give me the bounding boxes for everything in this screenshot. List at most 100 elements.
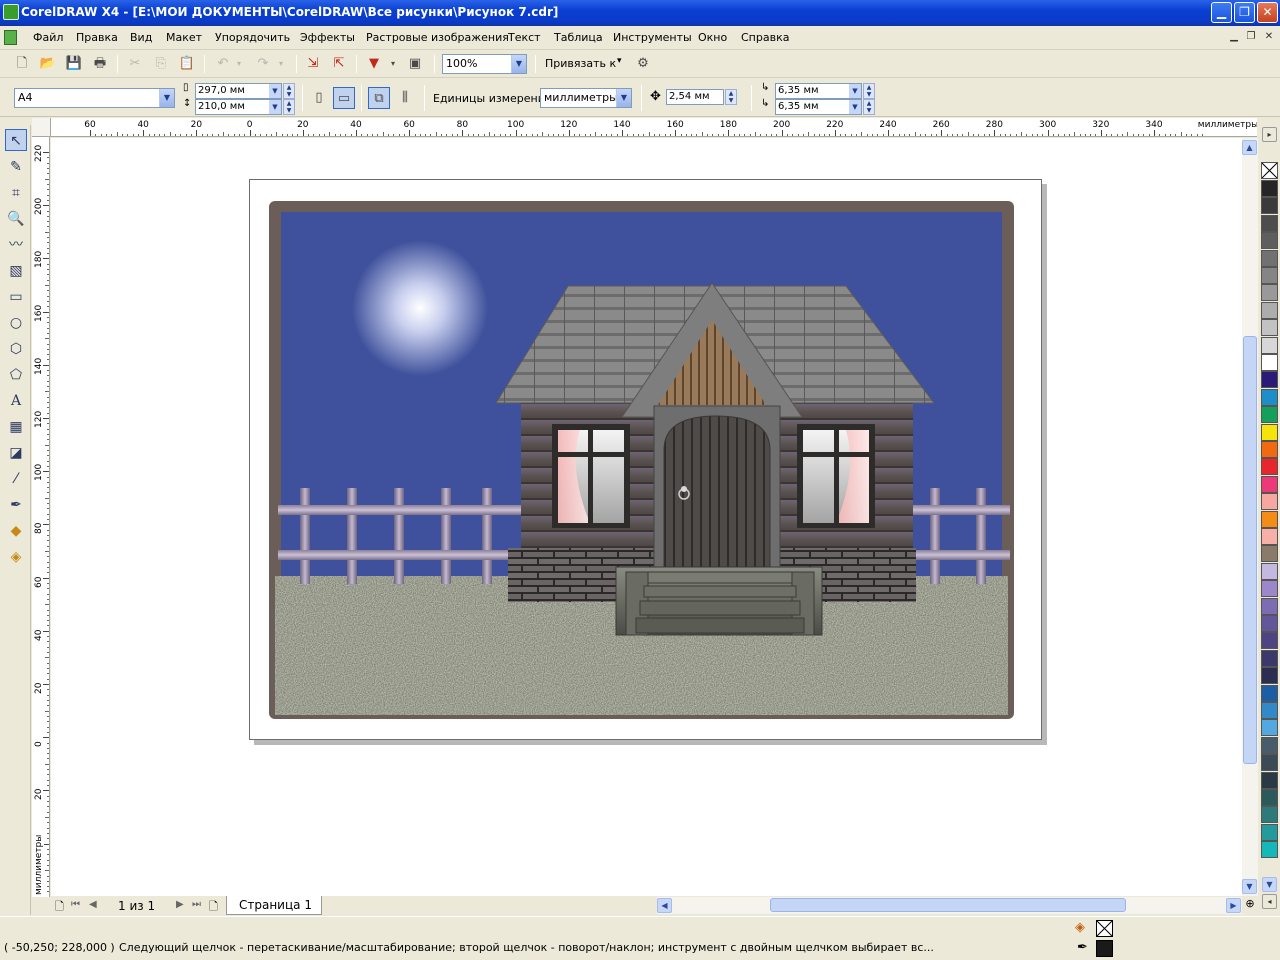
portrait-icon[interactable]: ▯ <box>308 87 330 109</box>
palette-swatch[interactable] <box>1261 841 1278 859</box>
menu-file[interactable]: Файл <box>33 31 63 44</box>
all-pages-icon[interactable]: ⧉ <box>368 87 390 109</box>
launcher-dropdown-icon[interactable]: ▾ <box>386 53 400 75</box>
palette-swatch[interactable] <box>1261 301 1278 319</box>
page-width-field[interactable]: 297,0 мм ▼ ▲ ▼ <box>195 83 295 99</box>
house-illustration[interactable] <box>250 180 1043 741</box>
palette-swatch[interactable] <box>1261 510 1278 528</box>
width-dropdown-icon[interactable]: ▼ <box>269 84 281 98</box>
palette-swatch[interactable] <box>1261 180 1278 197</box>
palette-swatch[interactable] <box>1261 667 1278 685</box>
export-icon[interactable]: ⇱ <box>328 53 350 75</box>
ruler-origin[interactable] <box>32 118 51 137</box>
copy-icon[interactable]: ⎘ <box>150 53 172 75</box>
doc-restore-button[interactable]: ❐ <box>1243 30 1259 44</box>
scroll-left-icon[interactable]: ◀ <box>657 898 672 913</box>
close-button[interactable]: ✕ <box>1257 2 1278 23</box>
horizontal-scrollbar[interactable]: ◀ ▶ <box>657 897 1242 914</box>
menu-window[interactable]: Окно <box>698 31 727 44</box>
palette-swatch[interactable] <box>1261 354 1278 371</box>
palette-swatch[interactable] <box>1261 441 1278 458</box>
restore-button[interactable]: ❐ <box>1234 2 1255 23</box>
palette-swatch[interactable] <box>1261 232 1278 250</box>
height-dropdown-icon[interactable]: ▼ <box>269 100 281 114</box>
palette-swatch[interactable] <box>1261 319 1278 337</box>
zoom-dropdown-icon[interactable]: ▼ <box>511 55 526 73</box>
zoom-tool-icon[interactable]: 🔍 <box>5 208 27 230</box>
palette-swatch[interactable] <box>1261 371 1278 389</box>
palette-expand-icon[interactable]: ◂ <box>1262 894 1277 909</box>
menu-view[interactable]: Вид <box>130 31 152 44</box>
page-sheet[interactable] <box>249 179 1042 740</box>
interactive-effects-tool-icon[interactable]: ◪ <box>5 442 27 464</box>
palette-swatch[interactable] <box>1261 649 1278 667</box>
save-icon[interactable]: 💾 <box>63 53 85 75</box>
palette-swatch[interactable] <box>1261 336 1278 354</box>
next-page-icon[interactable]: ▶ <box>176 899 184 910</box>
fill-color-swatch[interactable] <box>1096 920 1113 937</box>
palette-swatch[interactable] <box>1261 493 1278 511</box>
doc-minimize-button[interactable]: ▁ <box>1226 30 1242 44</box>
palette-swatch[interactable] <box>1261 771 1278 789</box>
import-icon[interactable]: ⇲ <box>302 53 324 75</box>
freehand-tool-icon[interactable]: 〰 <box>5 234 27 256</box>
palette-swatch[interactable] <box>1261 249 1278 267</box>
snap-to-dropdown-icon[interactable]: ▾ <box>617 56 622 66</box>
palette-menu-icon[interactable]: ▸ <box>1262 127 1277 142</box>
height-spinner-icon[interactable]: ▲ ▼ <box>283 99 295 115</box>
options-icon[interactable]: ⚙ <box>632 53 654 75</box>
no-fill-swatch[interactable] <box>1261 162 1278 179</box>
palette-swatch[interactable] <box>1261 632 1278 650</box>
units-combo[interactable]: миллиметры ▼ <box>540 88 632 108</box>
previous-page-icon[interactable]: ◀ <box>89 899 97 910</box>
palette-swatch[interactable] <box>1261 214 1278 232</box>
document-icon[interactable] <box>4 30 17 45</box>
duplicate-x-dropdown-icon[interactable]: ▼ <box>849 84 861 98</box>
palette-swatch[interactable] <box>1261 615 1278 632</box>
width-spinner-icon[interactable]: ▲ ▼ <box>283 83 295 99</box>
outline-color-swatch[interactable] <box>1096 940 1113 957</box>
palette-swatch[interactable] <box>1261 684 1278 702</box>
palette-swatch[interactable] <box>1261 806 1278 824</box>
menu-edit[interactable]: Правка <box>76 31 118 44</box>
cut-icon[interactable]: ✂ <box>124 53 146 75</box>
menu-layout[interactable]: Макет <box>166 31 202 44</box>
coreldraw-app-icon[interactable] <box>3 4 19 20</box>
application-launcher-icon[interactable]: ▼ <box>363 53 385 75</box>
paste-icon[interactable]: 📋 <box>176 53 198 75</box>
palette-swatch[interactable] <box>1261 562 1278 580</box>
palette-swatch[interactable] <box>1261 528 1278 545</box>
menu-effects[interactable]: Эффекты <box>300 31 355 44</box>
eyedropper-tool-icon[interactable]: ⁄ <box>5 468 27 490</box>
menu-table[interactable]: Таблица <box>554 31 603 44</box>
new-icon[interactable]: 🗋 <box>11 53 33 75</box>
palette-swatch[interactable] <box>1261 267 1278 284</box>
polygon-tool-icon[interactable]: ⬡ <box>5 338 27 360</box>
duplicate-y-field[interactable]: 6,35 мм ▼ ▲ ▼ <box>775 99 875 115</box>
palette-swatch[interactable] <box>1261 789 1278 806</box>
minimize-button[interactable]: ▁ <box>1211 2 1232 23</box>
print-icon[interactable]: 🖶 <box>89 53 111 75</box>
paper-type-combo[interactable]: A4 ▼ <box>14 88 175 108</box>
duplicate-x-field[interactable]: 6,35 мм ▼ ▲ ▼ <box>775 83 875 99</box>
scroll-up-icon[interactable]: ▲ <box>1242 140 1257 155</box>
nudge-spinner-icon[interactable]: ▲ ▼ <box>725 89 737 105</box>
interactive-fill-tool-icon[interactable]: ◈ <box>5 546 27 568</box>
vertical-scrollbar[interactable]: ▲ ▼ <box>1242 138 1258 896</box>
palette-swatch[interactable] <box>1261 719 1278 737</box>
scroll-right-icon[interactable]: ▶ <box>1226 898 1241 913</box>
palette-swatch[interactable] <box>1261 597 1278 615</box>
horizontal-ruler[interactable]: 60 40 20 0 20 40 60 80 100 120 140 160 180 200 220 240 2… <box>51 118 1257 137</box>
shape-tool-icon[interactable]: ✎ <box>5 156 27 178</box>
outline-tool-icon[interactable]: ✒ <box>5 494 27 516</box>
add-page-after-icon[interactable]: 🗋 <box>209 898 218 917</box>
undo-icon[interactable]: ↶ <box>212 53 234 75</box>
palette-swatch[interactable] <box>1261 475 1278 493</box>
table-tool-icon[interactable]: ▦ <box>5 416 27 438</box>
pick-tool-icon[interactable]: ↖ <box>5 129 27 151</box>
basic-shapes-tool-icon[interactable]: ⬠ <box>5 364 27 386</box>
vertical-scroll-thumb[interactable] <box>1243 336 1257 764</box>
palette-swatch[interactable] <box>1261 823 1278 841</box>
scroll-down-icon[interactable]: ▼ <box>1242 879 1257 894</box>
first-page-icon[interactable]: ⏮ <box>71 899 80 910</box>
